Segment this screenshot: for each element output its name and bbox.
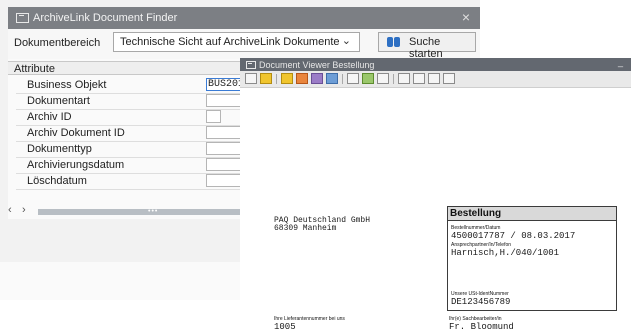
- finder-title: ArchiveLink Document Finder: [33, 12, 178, 24]
- minimize-icon[interactable]: _: [618, 57, 623, 67]
- document-page: PAQ Deutschland GmbH 68309 Manheim Beste…: [240, 88, 631, 332]
- attribute-row-business-object: Business Objekt BUS2012: [16, 77, 266, 94]
- search-icon[interactable]: [326, 73, 338, 84]
- annotation-icon[interactable]: [281, 73, 293, 84]
- attribute-label: Dokumenttyp: [27, 143, 92, 155]
- scroll-grip[interactable]: •••: [148, 208, 158, 215]
- window-icon: [246, 60, 256, 69]
- attribute-row-archive-document-id: Archiv Dokument ID: [16, 125, 266, 142]
- scroll-left-icon[interactable]: ‹: [8, 204, 12, 216]
- new-document-icon[interactable]: [245, 73, 257, 84]
- scroll-track[interactable]: [38, 209, 244, 215]
- toolbar-separator: [276, 74, 277, 84]
- attribute-row-deletion-date: Löschdatum: [16, 173, 266, 190]
- attribute-row-archive-id: Archiv ID: [16, 109, 256, 126]
- order-number-value: 4500017787 / 08.03.2017: [451, 231, 576, 241]
- attribute-label: Löschdatum: [27, 175, 87, 187]
- page-view-icon[interactable]: [377, 73, 389, 84]
- vat-value: DE123456789: [451, 297, 511, 307]
- document-area-row: Dokumentbereich Technische Sicht auf Arc…: [8, 29, 480, 60]
- attribute-label: Business Objekt: [27, 79, 107, 91]
- attribute-label: Dokumentart: [27, 95, 90, 107]
- clerk-value: Fr. Bloomund: [449, 322, 514, 332]
- search-button[interactable]: Suche starten: [378, 32, 476, 60]
- rotate-icon[interactable]: [428, 73, 440, 84]
- document-area-label: Dokumentbereich: [14, 37, 101, 49]
- supplier-number-value: 1005: [274, 322, 296, 332]
- sender-city: 68309 Manheim: [274, 224, 337, 233]
- attribute-label: Archivierungsdatum: [27, 159, 125, 171]
- viewer-toolbar: [240, 71, 631, 88]
- toolbar-separator: [393, 74, 394, 84]
- close-icon[interactable]: ×: [462, 10, 470, 24]
- chevron-down-icon[interactable]: ⌄: [342, 34, 351, 47]
- bookmark-icon[interactable]: [296, 73, 308, 84]
- horizontal-scrollbar[interactable]: ‹ › •••: [8, 204, 244, 217]
- highlight-icon[interactable]: [311, 73, 323, 84]
- attribute-label: Archiv Dokument ID: [27, 127, 125, 139]
- order-title: Bestellung: [448, 207, 616, 221]
- attribute-label: Archiv ID: [27, 111, 72, 123]
- zoom-out-icon[interactable]: [362, 73, 374, 84]
- sender-address: PAQ Deutschland GmbH 68309 Manheim: [274, 217, 370, 233]
- toolbar-separator: [342, 74, 343, 84]
- copy-icon[interactable]: [413, 73, 425, 84]
- finder-title-bar[interactable]: ArchiveLink Document Finder ×: [8, 7, 480, 29]
- attribute-row-document-kind: Dokumenttyp: [16, 141, 266, 158]
- document-area-select[interactable]: Technische Sicht auf ArchiveLink Dokumen…: [113, 32, 360, 52]
- attribute-row-document-type: Dokumentart: [16, 93, 266, 110]
- document-viewer-window: Document Viewer Bestellung _ PAQ Deutsch…: [240, 57, 631, 332]
- order-info-box: Bestellung Bestellnummer/Datum 450001778…: [447, 206, 617, 311]
- print-icon[interactable]: [398, 73, 410, 84]
- open-folder-icon[interactable]: [260, 73, 272, 84]
- archive-id-field[interactable]: [206, 110, 221, 123]
- scroll-right-icon[interactable]: ›: [22, 204, 26, 216]
- fit-page-icon[interactable]: [443, 73, 455, 84]
- binoculars-icon: [387, 36, 401, 48]
- zoom-in-icon[interactable]: [347, 73, 359, 84]
- contact-value: Harnisch,H./040/1001: [451, 248, 560, 258]
- attribute-row-archiving-date: Archivierungsdatum: [16, 157, 266, 174]
- search-button-label: Suche starten: [409, 36, 443, 60]
- viewer-title: Document Viewer Bestellung: [259, 59, 375, 70]
- window-icon: [16, 13, 29, 23]
- viewer-title-bar[interactable]: Document Viewer Bestellung _: [240, 57, 631, 71]
- document-area-value: Technische Sicht auf ArchiveLink Dokumen…: [120, 36, 340, 48]
